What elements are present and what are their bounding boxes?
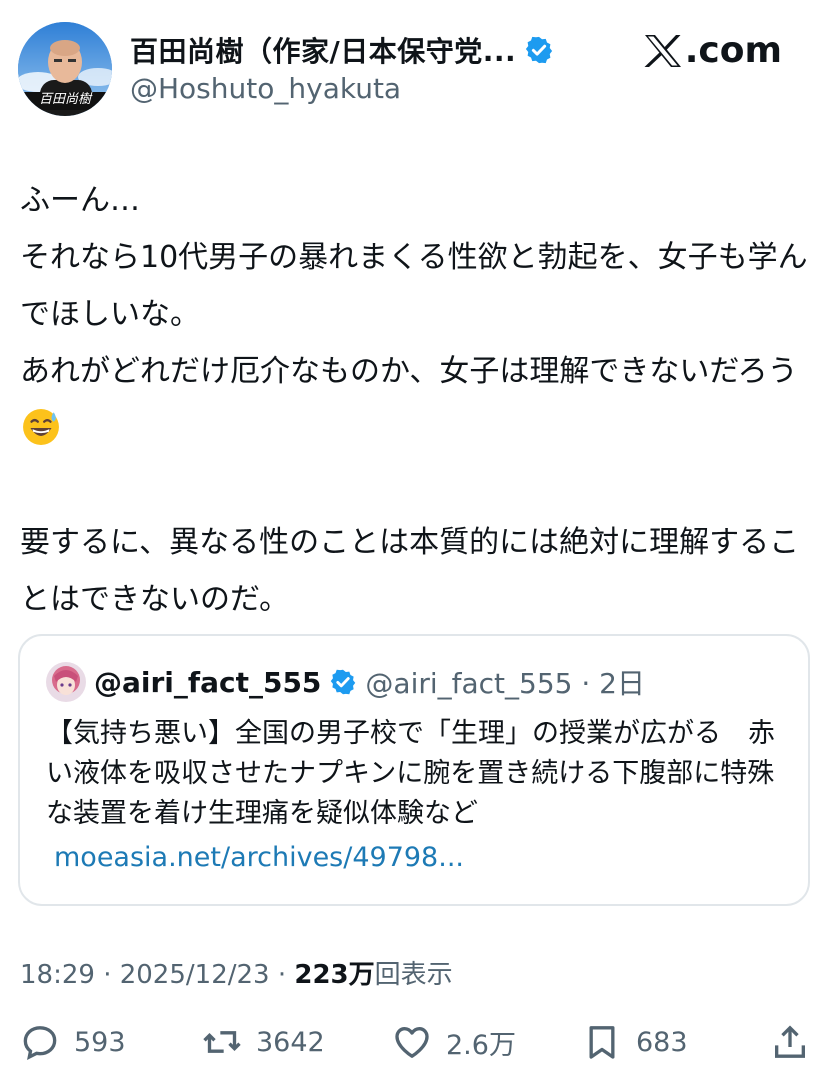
bookmark-button[interactable]: 683: [582, 1022, 688, 1062]
author-handle[interactable]: @Hoshuto_hyakuta: [130, 72, 401, 105]
tweet-text-part2: 要するに、異なる性のことは本質的には絶対に理解することはできないのだ。: [20, 525, 800, 617]
quoted-author-avatar[interactable]: [46, 662, 86, 702]
x-com-text: .com: [684, 30, 782, 71]
grinning-sweat-emoji-icon: [23, 409, 59, 445]
repost-count: 3642: [256, 1026, 325, 1058]
quoted-tweet-text: 【気持ち悪い】全国の男子校で「生理」の授業が広がる 赤い液体を吸収させたナプキン…: [46, 718, 775, 829]
action-bar: 593 3642 2.6万 683: [0, 1022, 828, 1066]
verified-badge-icon: [526, 36, 553, 64]
reply-button[interactable]: 593: [20, 1022, 126, 1062]
quoted-author-handle-time: @airi_fact_555 · 2日: [365, 667, 645, 700]
heart-icon: [395, 1027, 429, 1058]
quoted-tweet-card[interactable]: @airi_fact_555 @airi_fact_555 · 2日 【気持ち悪…: [18, 634, 810, 906]
like-button[interactable]: 2.6万: [392, 1022, 516, 1062]
tweet-meta: 18:29 · 2025/12/23 · 223万回表示: [20, 954, 453, 991]
tweet-text: ふーん… それなら10代男子の暴れまくる性欲と勃起を、女子も学んでほしいな。 あ…: [20, 172, 810, 628]
quoted-verified-badge-icon: [331, 669, 356, 695]
repost-icon: [203, 1031, 241, 1053]
reply-count: 593: [74, 1026, 126, 1058]
reply-icon: [23, 1026, 57, 1061]
repost-button[interactable]: 3642: [202, 1022, 325, 1062]
x-com-logo: .com: [643, 30, 782, 71]
avatar-caption: 百田尚樹: [38, 92, 91, 107]
view-label: 回表示: [374, 960, 453, 990]
x-logo-icon: [644, 34, 681, 67]
view-count: 223万: [294, 960, 375, 990]
like-count: 2.6万: [446, 1029, 516, 1061]
share-button[interactable]: [770, 1022, 810, 1062]
author-name-row[interactable]: 百田尚樹（作家/日本保守党...: [130, 30, 554, 70]
tweet-text-part1: ふーん… それなら10代男子の暴れまくる性欲と勃起を、女子も学んでほしいな。 あ…: [20, 183, 808, 389]
bookmark-icon: [589, 1026, 615, 1059]
quoted-author-name[interactable]: @airi_fact_555: [94, 666, 321, 699]
quoted-tweet-header: @airi_fact_555 @airi_fact_555 · 2日: [46, 662, 645, 702]
share-icon: [775, 1025, 805, 1058]
quoted-tweet-link[interactable]: moeasia.net/archives/49798...: [54, 842, 464, 873]
quoted-avatar-image: [46, 662, 86, 702]
tweet-timestamp[interactable]: 18:29 · 2025/12/23 ·: [20, 960, 294, 990]
author-display-name[interactable]: 百田尚樹（作家/日本保守党...: [130, 30, 516, 70]
bookmark-count: 683: [636, 1026, 688, 1058]
